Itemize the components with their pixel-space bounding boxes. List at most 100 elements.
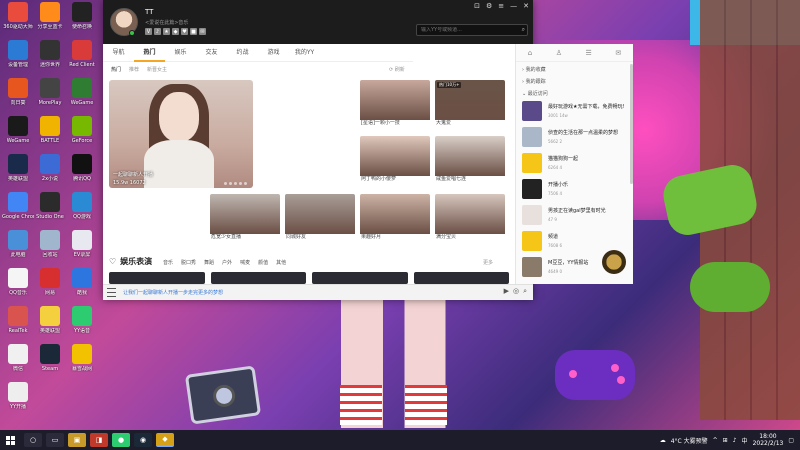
desktop-icon[interactable]: 腾讯QQ bbox=[66, 154, 98, 182]
ime-icon[interactable]: 中 bbox=[742, 436, 748, 445]
desktop-icon[interactable]: GeForce bbox=[66, 116, 98, 144]
desktop-icon[interactable]: 暴雪战网 bbox=[66, 344, 98, 372]
stream-tile[interactable]: [星语]一颗小一技 bbox=[360, 80, 430, 132]
category-link[interactable]: 颜值 bbox=[258, 259, 268, 266]
video-icon[interactable]: ▶ bbox=[504, 287, 509, 296]
guild-logo[interactable] bbox=[602, 250, 626, 274]
badge-icon[interactable]: ★ bbox=[163, 28, 170, 35]
settings-icon[interactable]: ⚙ bbox=[486, 2, 492, 10]
desktop-icon[interactable]: 回收站 bbox=[34, 230, 66, 258]
contacts-icon[interactable]: ☰ bbox=[586, 49, 592, 57]
volume-icon[interactable]: ♪ bbox=[733, 437, 737, 444]
explorer-icon[interactable]: ▣ bbox=[68, 433, 86, 447]
desktop-icon[interactable]: 酷我 bbox=[66, 268, 98, 296]
stream-tile[interactable]: 危宽少女直播 bbox=[210, 194, 280, 246]
weather-icon[interactable]: ☁ bbox=[660, 437, 666, 444]
user-signature[interactable]: <爱说在此篇>音乐 bbox=[145, 19, 188, 26]
desktop-icon[interactable]: 360驱动大师 bbox=[2, 2, 34, 30]
tab-1[interactable]: 热门 bbox=[134, 44, 165, 62]
badge-icon[interactable]: ◆ bbox=[172, 28, 179, 35]
category-link[interactable]: 音乐 bbox=[163, 259, 173, 266]
stream-tile[interactable]: 同城好友 bbox=[285, 194, 355, 246]
desktop-icon[interactable]: BATTLE bbox=[34, 116, 66, 144]
desktop-icon[interactable]: QQ音乐 bbox=[2, 268, 34, 296]
mail-icon[interactable]: ✉ bbox=[199, 28, 206, 35]
desktop-icon[interactable]: Studio One bbox=[34, 192, 66, 220]
search-input[interactable] bbox=[421, 27, 516, 33]
desktop-icon[interactable]: 此电脑 bbox=[2, 230, 34, 258]
desktop-icon[interactable]: 2x小说 bbox=[34, 154, 66, 182]
tab-6[interactable]: 我的YY bbox=[289, 44, 320, 62]
heart-icon[interactable]: ♥ bbox=[181, 28, 188, 35]
category-link[interactable]: 户外 bbox=[222, 259, 232, 266]
friend-icon[interactable]: ♙ bbox=[556, 49, 562, 57]
desktop-icon[interactable]: 向日葵 bbox=[2, 78, 34, 106]
subtab-2[interactable]: 新晋女主 bbox=[147, 66, 167, 73]
task-view-icon[interactable]: ▭ bbox=[46, 433, 64, 447]
desktop-icon[interactable]: 设备管理 bbox=[2, 40, 34, 68]
desktop-icon[interactable]: MorePlay bbox=[34, 78, 66, 106]
main-menu-icon[interactable] bbox=[107, 288, 116, 297]
tab-2[interactable]: 娱乐 bbox=[165, 44, 196, 62]
category-link[interactable]: 其他 bbox=[276, 259, 286, 266]
network-icon[interactable]: ⊞ bbox=[723, 437, 728, 444]
category-link[interactable]: 脱口秀 bbox=[181, 259, 196, 266]
desktop-icon[interactable]: 微信 bbox=[2, 344, 34, 372]
notice-text[interactable]: 让我们一起聊聊新人开播一步走完更多的梦想 bbox=[123, 289, 223, 296]
badge-icon[interactable]: ♪ bbox=[154, 28, 161, 35]
tab-5[interactable]: 游戏 bbox=[258, 44, 289, 62]
recent-item[interactable]: 最好玩游戏★无需下载，免费畅玩! 3001 14w bbox=[516, 98, 633, 124]
hero-stream-card[interactable]: 一起聊聊新人开播 15.9w 16072 bbox=[109, 80, 253, 188]
desktop-icon[interactable]: WeGame bbox=[2, 116, 34, 144]
recent-item[interactable]: 猫猫狗狗一起 6264 4 bbox=[516, 150, 633, 176]
recent-item[interactable]: 男孩正在读gal梦里有时光 47 9 bbox=[516, 202, 633, 228]
stream-tile[interactable]: 果趣好月 bbox=[360, 194, 430, 246]
bottom-search-icon[interactable]: ⌕ bbox=[523, 287, 527, 296]
side-scrollbar[interactable] bbox=[630, 64, 633, 184]
tab-0[interactable]: 导航 bbox=[103, 44, 134, 62]
skin-icon[interactable]: ⊡ bbox=[474, 2, 480, 10]
desktop-icon[interactable]: 分享至蓝卡 bbox=[34, 2, 66, 30]
tray-arrow-icon[interactable]: ^ bbox=[713, 437, 718, 444]
start-button[interactable] bbox=[0, 430, 20, 450]
recent-item[interactable]: 侦查的生活在那一点温柔的梦想 5662 2 bbox=[516, 124, 633, 150]
stream-tile[interactable]: 咸鱼爱唱七连 bbox=[435, 136, 505, 188]
category-link[interactable]: 舞蹈 bbox=[204, 259, 214, 266]
desktop-icon[interactable]: Steam bbox=[34, 344, 66, 372]
clock[interactable]: 18:00 2022/2/13 bbox=[753, 433, 784, 447]
category-link[interactable]: 喊麦 bbox=[240, 259, 250, 266]
stream-tile[interactable]: 满分宝贝 bbox=[435, 194, 505, 246]
gamepad-icon[interactable]: ◎ bbox=[513, 287, 519, 296]
stream-tile[interactable]: 热门10万+ 大鬼爱 bbox=[435, 80, 505, 132]
app-green-icon[interactable]: ● bbox=[112, 433, 130, 447]
notification-icon[interactable]: ▢ bbox=[788, 437, 794, 444]
badge-icon[interactable]: V bbox=[145, 28, 152, 35]
desktop-icon[interactable]: WeGame bbox=[66, 78, 98, 106]
menu-icon[interactable]: ≡ bbox=[498, 2, 504, 10]
user-name[interactable]: TT bbox=[145, 8, 153, 16]
carousel-dots[interactable] bbox=[224, 182, 247, 185]
recent-item[interactable]: 开播小乐 7506 4 bbox=[516, 176, 633, 202]
desktop-icon[interactable]: QQ游戏 bbox=[66, 192, 98, 220]
desktop-icon[interactable]: YY开播 bbox=[2, 382, 34, 410]
message-icon[interactable]: ✉ bbox=[615, 49, 621, 57]
subtab-0[interactable]: 热门 bbox=[111, 66, 121, 73]
home-icon[interactable]: ⌂ bbox=[528, 49, 532, 57]
subtab-1[interactable]: 推荐 bbox=[129, 66, 139, 73]
section-more-link[interactable]: 更多 bbox=[483, 259, 493, 266]
steam-icon[interactable]: ◉ bbox=[134, 433, 152, 447]
desktop-icon[interactable]: Red Client bbox=[66, 40, 98, 68]
desktop-icon[interactable]: 使命召唤 bbox=[66, 2, 98, 30]
desktop-icon[interactable]: EV录屏 bbox=[66, 230, 98, 258]
stream-tile[interactable]: 阿丁鸭的小傻萝 bbox=[360, 136, 430, 188]
desktop-icon[interactable]: RealTek bbox=[2, 306, 34, 334]
minimize-button[interactable]: — bbox=[510, 2, 517, 10]
side-section-track[interactable]: › 我的跟踪 bbox=[516, 74, 633, 86]
gift-icon[interactable]: ■ bbox=[190, 28, 197, 35]
desktop-icon[interactable]: Google Chrome bbox=[2, 192, 34, 220]
desktop-icon[interactable]: 英雄联盟 bbox=[34, 306, 66, 334]
side-section-recent[interactable]: ⌄ 最近访问 bbox=[516, 86, 633, 98]
refresh-button[interactable]: ⟳ 刷新 bbox=[389, 66, 405, 73]
desktop-icon[interactable]: 英雄联盟 bbox=[2, 154, 34, 182]
desktop-icon[interactable]: 迷你世界 bbox=[34, 40, 66, 68]
